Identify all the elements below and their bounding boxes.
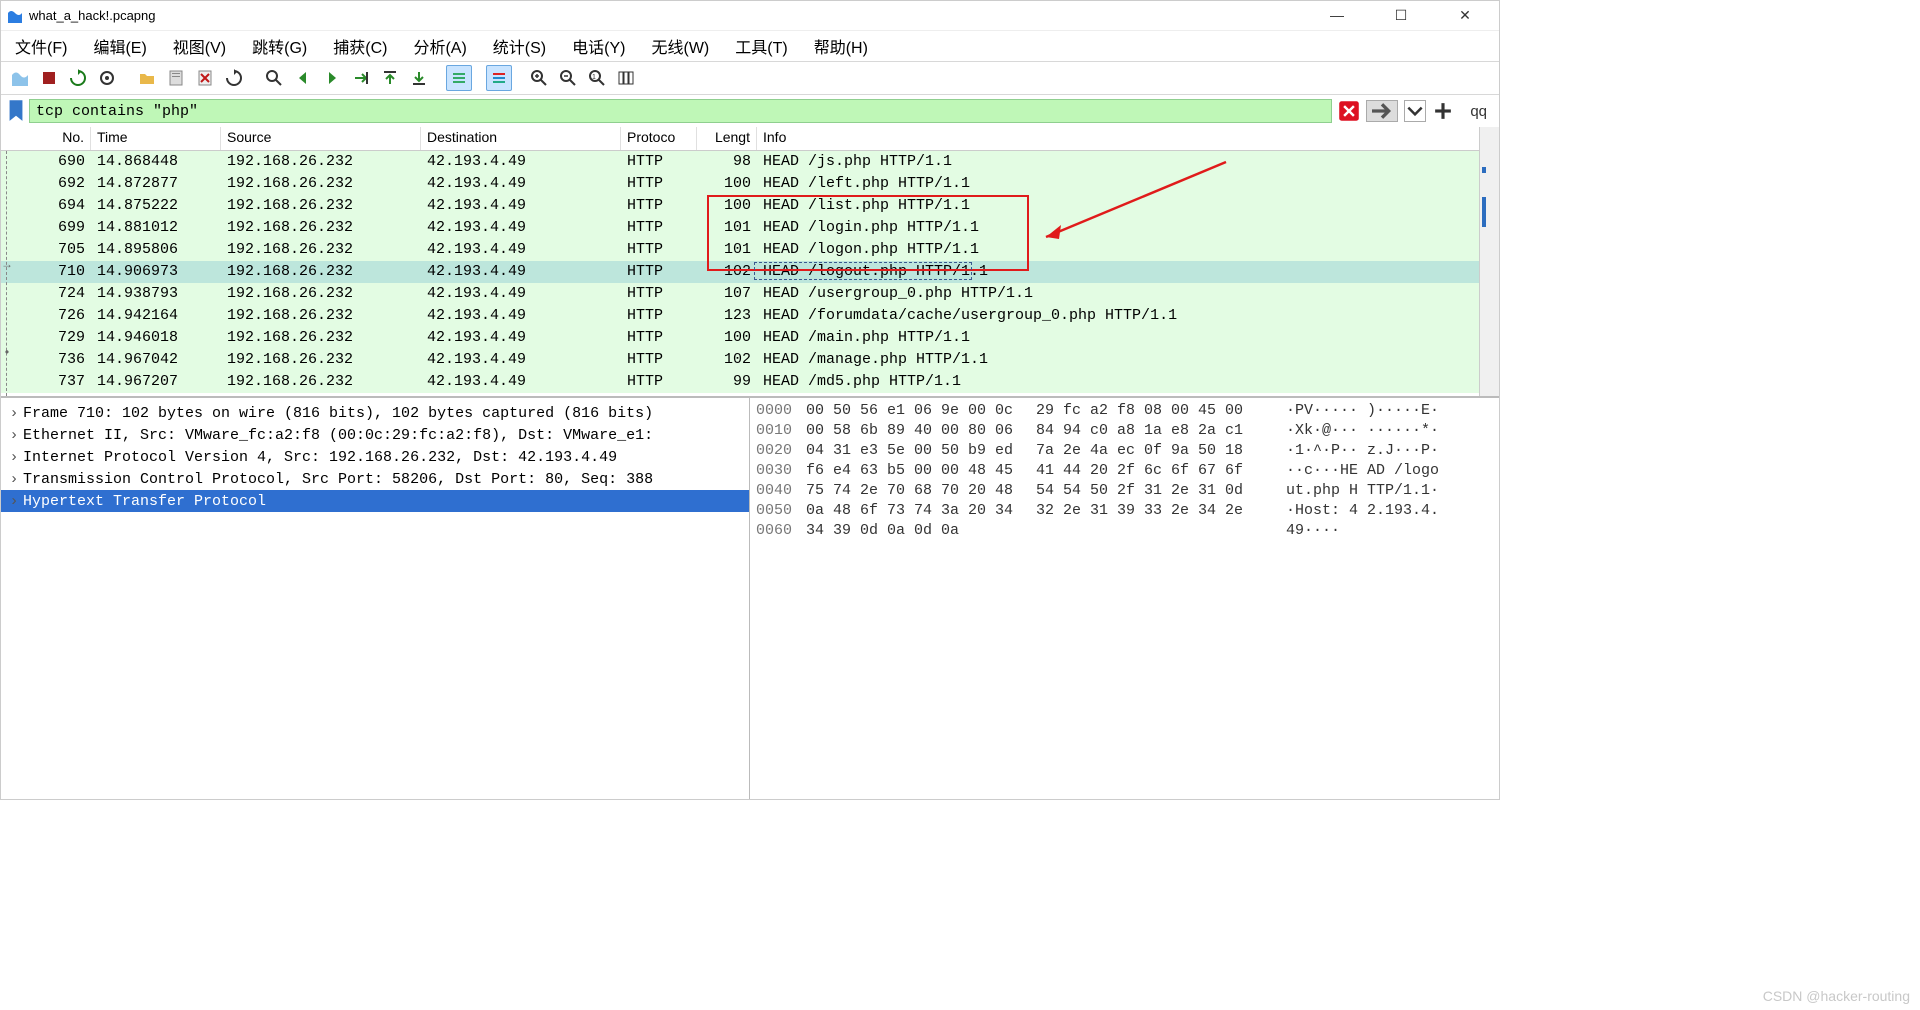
- related-packet-marker-icon: →: [1, 257, 13, 271]
- tree-row[interactable]: ›Internet Protocol Version 4, Src: 192.1…: [1, 446, 749, 468]
- zoom-out-icon[interactable]: [555, 65, 581, 91]
- zoom-in-icon[interactable]: [526, 65, 552, 91]
- hex-row[interactable]: 00500a 48 6f 73 74 3a 20 3432 2e 31 39 3…: [756, 502, 1493, 522]
- window-title: what_a_hack!.pcapng: [29, 8, 1317, 23]
- close-button[interactable]: ✕: [1445, 7, 1485, 24]
- col-header-info[interactable]: Info: [757, 127, 1499, 150]
- menu-capture[interactable]: 捕获(C): [333, 34, 387, 58]
- packet-list-scrollbar[interactable]: [1479, 127, 1499, 396]
- save-file-icon[interactable]: [163, 65, 189, 91]
- filterbar: qq: [1, 95, 1499, 127]
- tree-row[interactable]: ›Transmission Control Protocol, Src Port…: [1, 468, 749, 490]
- close-file-icon[interactable]: [192, 65, 218, 91]
- titlebar: what_a_hack!.pcapng — ☐ ✕: [1, 1, 1499, 31]
- toolbar: 1: [1, 61, 1499, 95]
- autoscroll-icon[interactable]: [446, 65, 472, 91]
- col-header-length[interactable]: Lengt: [697, 127, 757, 150]
- packet-row[interactable]: 70514.895806192.168.26.23242.193.4.49HTT…: [1, 239, 1499, 261]
- hex-row[interactable]: 000000 50 56 e1 06 9e 00 0c29 fc a2 f8 0…: [756, 402, 1493, 422]
- filter-history-icon[interactable]: [1404, 100, 1426, 122]
- hex-row[interactable]: 006034 39 0d 0a 0d 0a49····: [756, 522, 1493, 542]
- packet-details-tree[interactable]: ›Frame 710: 102 bytes on wire (816 bits)…: [1, 398, 750, 799]
- hex-row[interactable]: 001000 58 6b 89 40 00 80 0684 94 c0 a8 1…: [756, 422, 1493, 442]
- svg-text:1: 1: [592, 74, 596, 81]
- packet-list-header: No. Time Source Destination Protoco Leng…: [1, 127, 1499, 151]
- related-packet-marker-icon: •: [1, 345, 13, 359]
- apply-filter-icon[interactable]: [1366, 100, 1398, 122]
- menu-tools[interactable]: 工具(T): [735, 34, 787, 58]
- watermark: CSDN @hacker-routing: [1763, 988, 1910, 1004]
- go-first-icon[interactable]: [377, 65, 403, 91]
- colorize-icon[interactable]: [486, 65, 512, 91]
- menu-view[interactable]: 视图(V): [173, 34, 226, 58]
- menu-stats[interactable]: 统计(S): [493, 34, 546, 58]
- menubar: 文件(F) 编辑(E) 视图(V) 跳转(G) 捕获(C) 分析(A) 统计(S…: [1, 31, 1499, 61]
- col-header-protocol[interactable]: Protoco: [621, 127, 697, 150]
- restart-capture-icon[interactable]: [65, 65, 91, 91]
- packet-list[interactable]: No. Time Source Destination Protoco Leng…: [1, 127, 1499, 397]
- packet-row[interactable]: 73614.967042192.168.26.23242.193.4.49HTT…: [1, 349, 1499, 371]
- menu-edit[interactable]: 编辑(E): [93, 34, 146, 58]
- hex-row[interactable]: 0030f6 e4 63 b5 00 00 48 4541 44 20 2f 6…: [756, 462, 1493, 482]
- tree-row[interactable]: ›Frame 710: 102 bytes on wire (816 bits)…: [1, 402, 749, 424]
- packet-row[interactable]: 72914.946018192.168.26.23242.193.4.49HTT…: [1, 327, 1499, 349]
- reload-icon[interactable]: [221, 65, 247, 91]
- go-back-icon[interactable]: [290, 65, 316, 91]
- col-header-no[interactable]: No.: [1, 127, 91, 150]
- menu-go[interactable]: 跳转(G): [252, 34, 307, 58]
- packet-row[interactable]: 69214.872877192.168.26.23242.193.4.49HTT…: [1, 173, 1499, 195]
- packet-row[interactable]: 69914.881012192.168.26.23242.193.4.49HTT…: [1, 217, 1499, 239]
- menu-telephony[interactable]: 电话(Y): [572, 34, 625, 58]
- packet-row[interactable]: 69014.868448192.168.26.23242.193.4.49HTT…: [1, 151, 1499, 173]
- packet-list-gutter: [1, 151, 13, 396]
- zoom-reset-icon[interactable]: 1: [584, 65, 610, 91]
- col-header-time[interactable]: Time: [91, 127, 221, 150]
- wireshark-fin-icon: [7, 8, 23, 24]
- display-filter-input[interactable]: [29, 99, 1332, 123]
- menu-wireless[interactable]: 无线(W): [651, 34, 709, 58]
- filter-qq-label: qq: [1470, 103, 1487, 120]
- bookmark-icon[interactable]: [7, 100, 25, 122]
- maximize-button[interactable]: ☐: [1381, 7, 1421, 24]
- go-forward-icon[interactable]: [319, 65, 345, 91]
- packet-row[interactable]: 73714.967207192.168.26.23242.193.4.49HTT…: [1, 371, 1499, 393]
- hex-row[interactable]: 004075 74 2e 70 68 70 20 4854 54 50 2f 3…: [756, 482, 1493, 502]
- capture-options-icon[interactable]: [94, 65, 120, 91]
- col-header-destination[interactable]: Destination: [421, 127, 621, 150]
- clear-filter-icon[interactable]: [1338, 100, 1360, 122]
- go-last-icon[interactable]: [406, 65, 432, 91]
- packet-row[interactable]: 72414.938793192.168.26.23242.193.4.49HTT…: [1, 283, 1499, 305]
- packet-row[interactable]: 69414.875222192.168.26.23242.193.4.49HTT…: [1, 195, 1499, 217]
- packet-row[interactable]: 71014.906973192.168.26.23242.193.4.49HTT…: [1, 261, 1499, 283]
- hex-row[interactable]: 002004 31 e3 5e 00 50 b9 ed7a 2e 4a ec 0…: [756, 442, 1493, 462]
- packet-bytes-hex[interactable]: 000000 50 56 e1 06 9e 00 0c29 fc a2 f8 0…: [750, 398, 1499, 799]
- minimize-button[interactable]: —: [1317, 7, 1357, 24]
- open-file-icon[interactable]: [134, 65, 160, 91]
- menu-file[interactable]: 文件(F): [15, 34, 67, 58]
- start-capture-icon[interactable]: [7, 65, 33, 91]
- menu-help[interactable]: 帮助(H): [814, 34, 868, 58]
- menu-analyze[interactable]: 分析(A): [413, 34, 466, 58]
- stop-capture-icon[interactable]: [36, 65, 62, 91]
- packet-row[interactable]: 72614.942164192.168.26.23242.193.4.49HTT…: [1, 305, 1499, 327]
- go-to-packet-icon[interactable]: [348, 65, 374, 91]
- resize-columns-icon[interactable]: [613, 65, 639, 91]
- find-icon[interactable]: [261, 65, 287, 91]
- tree-row[interactable]: ›Ethernet II, Src: VMware_fc:a2:f8 (00:0…: [1, 424, 749, 446]
- col-header-source[interactable]: Source: [221, 127, 421, 150]
- tree-row[interactable]: ›Hypertext Transfer Protocol: [1, 490, 749, 512]
- add-filter-button-icon[interactable]: [1432, 100, 1454, 122]
